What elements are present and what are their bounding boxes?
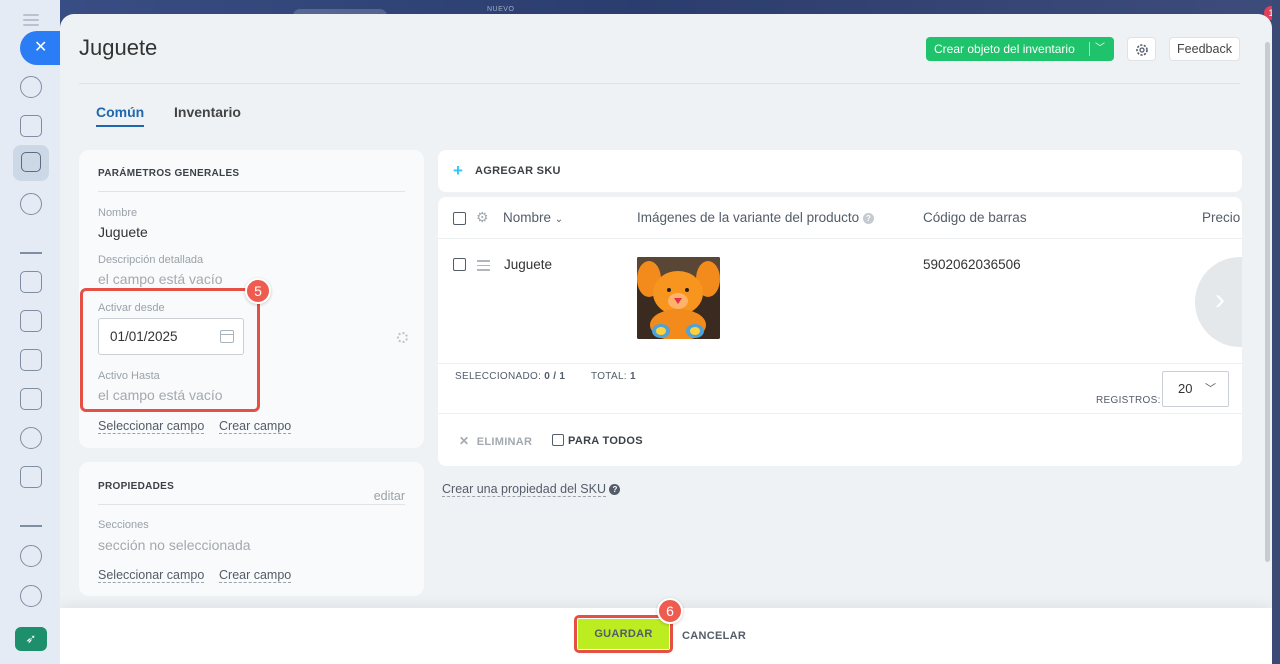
cart-icon[interactable] bbox=[20, 271, 42, 293]
tab-common[interactable]: Común bbox=[96, 104, 145, 127]
analytics-icon[interactable] bbox=[20, 232, 42, 254]
help-icon[interactable]: ? bbox=[609, 484, 621, 496]
cancel-button[interactable]: CANCELAR bbox=[682, 630, 746, 642]
select-field-link[interactable]: Seleccionar campo bbox=[98, 419, 205, 434]
calendar-icon[interactable] bbox=[20, 349, 42, 371]
footer-bar: GUARDAR CANCELAR 6 bbox=[60, 598, 1272, 664]
total-counter: TOTAL: 1 bbox=[591, 371, 636, 382]
column-barcode[interactable]: Código de barras bbox=[923, 210, 1027, 225]
select-field-link[interactable]: Seleccionar campo bbox=[98, 568, 205, 583]
filter-icon[interactable] bbox=[21, 152, 41, 172]
delete-button[interactable]: ✕ ELIMINAR bbox=[459, 434, 532, 448]
step-badge-5: 5 bbox=[245, 278, 271, 304]
menu-icon[interactable] bbox=[23, 14, 39, 26]
name-value[interactable]: Juguete bbox=[98, 224, 148, 240]
records-select[interactable]: 20 ﹀ bbox=[1162, 371, 1229, 407]
crm-icon[interactable] bbox=[20, 76, 42, 98]
left-rail: ✕ ➶ bbox=[0, 0, 60, 664]
add-sku-label: AGREGAR SKU bbox=[475, 165, 561, 177]
description-label: Descripción detallada bbox=[98, 254, 204, 266]
general-params-title: PARÁMETROS GENERALES bbox=[98, 168, 240, 179]
create-sku-property-link[interactable]: Crear una propiedad del SKU ? bbox=[442, 482, 621, 497]
header-divider bbox=[79, 83, 1240, 84]
row-barcode[interactable]: 5902062036506 bbox=[923, 257, 1021, 272]
date-fields-highlight bbox=[80, 288, 260, 412]
sign-icon[interactable] bbox=[20, 505, 42, 527]
close-slider-button[interactable]: ✕ bbox=[20, 31, 60, 65]
target-icon[interactable] bbox=[20, 427, 42, 449]
help-icon[interactable]: ? bbox=[862, 212, 874, 224]
column-images[interactable]: Imágenes de la variante del producto ? bbox=[637, 210, 874, 225]
create-inventory-label: Crear objeto del inventario bbox=[934, 42, 1075, 56]
add-sku-bar[interactable]: + AGREGAR SKU bbox=[438, 150, 1242, 192]
robot-icon[interactable] bbox=[20, 193, 42, 215]
row-name[interactable]: Juguete bbox=[504, 257, 552, 272]
warehouse-icon[interactable] bbox=[20, 388, 42, 410]
settings-button[interactable] bbox=[1127, 37, 1156, 61]
sections-label: Secciones bbox=[98, 519, 149, 531]
for-all-label[interactable]: PARA TODOS bbox=[568, 435, 643, 447]
properties-title: PROPIEDADES bbox=[98, 481, 175, 492]
scrollbar[interactable] bbox=[1265, 42, 1270, 562]
name-label: Nombre bbox=[98, 207, 138, 219]
drag-handle-icon[interactable] bbox=[477, 260, 490, 274]
settings-icon[interactable] bbox=[20, 585, 42, 607]
field-settings-icon[interactable] bbox=[397, 332, 408, 343]
step-badge-6: 6 bbox=[657, 598, 683, 624]
description-value[interactable]: el campo está vacío bbox=[98, 271, 223, 287]
tasks-icon[interactable] bbox=[20, 115, 42, 137]
column-name[interactable]: Nombre ⌄ bbox=[503, 210, 563, 225]
select-all-checkbox[interactable] bbox=[453, 212, 466, 225]
gear-icon bbox=[1136, 44, 1148, 56]
for-all-checkbox[interactable] bbox=[552, 434, 564, 446]
toy-bear-image bbox=[637, 257, 720, 339]
properties-card: PROPIEDADES editar Secciones sección no … bbox=[79, 462, 424, 596]
feedback-button[interactable]: Feedback bbox=[1169, 37, 1240, 61]
close-icon: ✕ bbox=[459, 434, 470, 448]
document-icon[interactable] bbox=[20, 466, 42, 488]
records-label: REGISTROS: bbox=[1096, 395, 1161, 406]
sections-value[interactable]: sección no seleccionada bbox=[98, 537, 251, 553]
chevron-right-icon: › bbox=[1215, 283, 1225, 316]
edit-properties-link[interactable]: editar bbox=[374, 489, 405, 503]
create-inventory-button[interactable]: Crear objeto del inventario ﹀ bbox=[926, 37, 1114, 61]
row-checkbox[interactable] bbox=[453, 258, 466, 271]
rocket-icon[interactable]: ➶ bbox=[15, 627, 47, 651]
save-button[interactable]: GUARDAR bbox=[578, 619, 669, 649]
card-icon[interactable] bbox=[20, 310, 42, 332]
create-field-link[interactable]: Crear campo bbox=[219, 568, 292, 583]
page-title: Juguete bbox=[79, 35, 158, 60]
scroll-right-button[interactable]: › bbox=[1195, 257, 1242, 347]
plus-icon: + bbox=[453, 161, 463, 180]
background-right-edge bbox=[1272, 0, 1280, 664]
chevron-down-icon: ﹀ bbox=[1205, 383, 1216, 395]
sort-chevron-icon: ⌄ bbox=[554, 214, 564, 225]
sku-grid: ⚙ Nombre ⌄ Imágenes de la variante del p… bbox=[438, 197, 1242, 466]
background-new-tag: NUEVO bbox=[487, 6, 515, 13]
chevron-down-icon[interactable]: ﹀ bbox=[1095, 37, 1105, 61]
column-price[interactable]: Precio bbox=[1202, 210, 1240, 225]
grid-settings-icon[interactable]: ⚙ bbox=[476, 209, 489, 226]
product-image[interactable] bbox=[637, 257, 720, 339]
create-field-link[interactable]: Crear campo bbox=[219, 419, 292, 434]
box-icon[interactable] bbox=[20, 545, 42, 567]
selected-counter: SELECCIONADO: 0 / 1 bbox=[455, 371, 566, 382]
tab-inventory[interactable]: Inventario bbox=[174, 104, 241, 120]
